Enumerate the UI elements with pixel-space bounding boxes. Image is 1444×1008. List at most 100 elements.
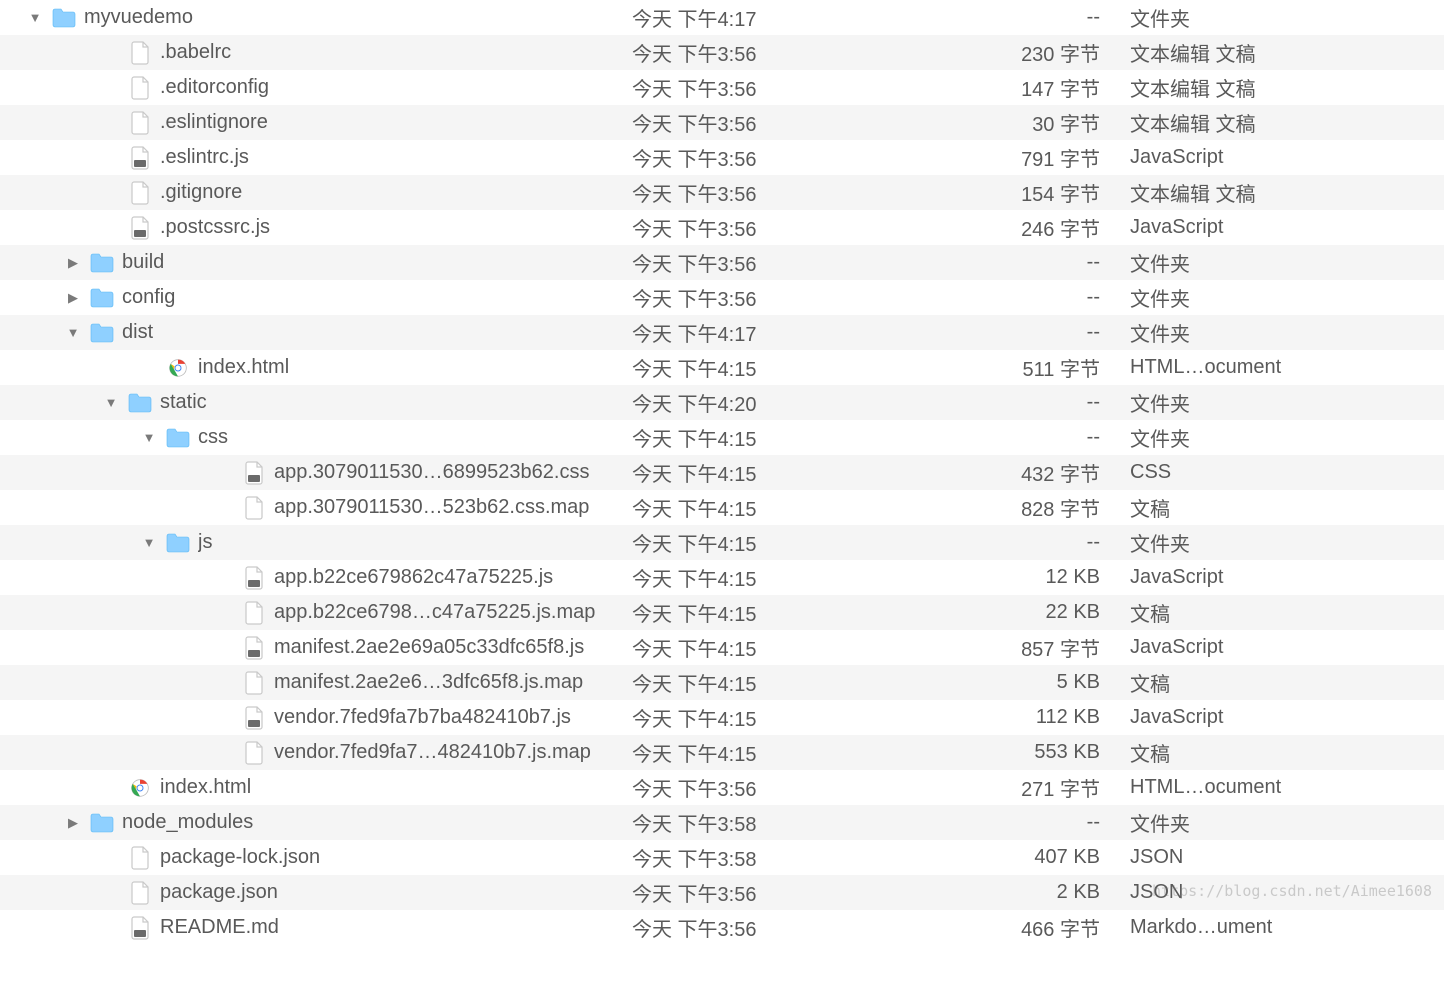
file-name: manifest.2ae2e6…3dfc65f8.js.map <box>274 671 583 694</box>
file-file-icon <box>128 76 152 100</box>
file-kind: JavaScript <box>1130 566 1444 589</box>
file-row[interactable]: ▼js今天 下午4:15--文件夹 <box>0 525 1444 560</box>
file-row[interactable]: ▶app.3079011530…523b62.css.map今天 下午4:158… <box>0 490 1444 525</box>
file-row[interactable]: ▶manifest.2ae2e69a05c33dfc65f8.js今天 下午4:… <box>0 630 1444 665</box>
file-row[interactable]: ▶.eslintignore今天 下午3:5630 字节文本编辑 文稿 <box>0 105 1444 140</box>
file-size: 511 字节 <box>905 353 1130 382</box>
file-name: index.html <box>198 356 289 379</box>
js-file-icon <box>242 636 266 660</box>
file-kind: 文件夹 <box>1130 248 1444 277</box>
chrome-file-icon <box>166 356 190 380</box>
file-date: 今天 下午3:56 <box>620 878 905 907</box>
disclosure-right-icon[interactable]: ▶ <box>62 255 84 271</box>
file-date: 今天 下午4:15 <box>620 668 905 697</box>
file-name: app.b22ce679862c47a75225.js <box>274 566 553 589</box>
file-size: 407 KB <box>905 846 1130 869</box>
file-date: 今天 下午3:58 <box>620 808 905 837</box>
file-row[interactable]: ▼dist今天 下午4:17--文件夹 <box>0 315 1444 350</box>
folder-icon <box>128 391 152 415</box>
file-row[interactable]: ▶app.b22ce679862c47a75225.js今天 下午4:1512 … <box>0 560 1444 595</box>
file-row[interactable]: ▶app.b22ce6798…c47a75225.js.map今天 下午4:15… <box>0 595 1444 630</box>
file-kind: 文件夹 <box>1130 528 1444 557</box>
folder-icon <box>90 811 114 835</box>
file-size: -- <box>905 426 1130 449</box>
file-date: 今天 下午3:56 <box>620 773 905 802</box>
file-date: 今天 下午4:17 <box>620 3 905 32</box>
file-size: -- <box>905 286 1130 309</box>
disclosure-down-icon[interactable]: ▼ <box>62 325 84 340</box>
file-row[interactable]: ▶app.3079011530…6899523b62.css今天 下午4:154… <box>0 455 1444 490</box>
file-row[interactable]: ▶index.html今天 下午4:15511 字节HTML…ocument <box>0 350 1444 385</box>
file-row[interactable]: ▶config今天 下午3:56--文件夹 <box>0 280 1444 315</box>
file-size: 246 字节 <box>905 213 1130 242</box>
file-kind: JSON <box>1130 846 1444 869</box>
folder-icon <box>90 286 114 310</box>
disclosure-right-icon[interactable]: ▶ <box>62 290 84 306</box>
file-row[interactable]: ▶.babelrc今天 下午3:56230 字节文本编辑 文稿 <box>0 35 1444 70</box>
file-kind: 文本编辑 文稿 <box>1130 73 1444 102</box>
file-name: .editorconfig <box>160 76 269 99</box>
file-row[interactable]: ▶index.html今天 下午3:56271 字节HTML…ocument <box>0 770 1444 805</box>
file-row[interactable]: ▶node_modules今天 下午3:58--文件夹 <box>0 805 1444 840</box>
file-name: app.3079011530…523b62.css.map <box>274 496 589 519</box>
disclosure-down-icon[interactable]: ▼ <box>138 430 160 445</box>
disclosure-down-icon[interactable]: ▼ <box>138 535 160 550</box>
file-file-icon <box>128 41 152 65</box>
file-kind: 文件夹 <box>1130 388 1444 417</box>
disclosure-down-icon[interactable]: ▼ <box>24 10 46 25</box>
file-name: css <box>198 426 228 449</box>
file-row[interactable]: ▼static今天 下午4:20--文件夹 <box>0 385 1444 420</box>
file-size: 271 字节 <box>905 773 1130 802</box>
css-file-icon <box>242 461 266 485</box>
file-date: 今天 下午4:15 <box>620 633 905 662</box>
file-date: 今天 下午4:15 <box>620 703 905 732</box>
file-kind: 文稿 <box>1130 738 1444 767</box>
folder-icon <box>90 251 114 275</box>
disclosure-down-icon[interactable]: ▼ <box>100 395 122 410</box>
file-row[interactable]: ▶package-lock.json今天 下午3:58407 KBJSON <box>0 840 1444 875</box>
file-row[interactable]: ▼css今天 下午4:15--文件夹 <box>0 420 1444 455</box>
file-name: .eslintrc.js <box>160 146 249 169</box>
file-name: manifest.2ae2e69a05c33dfc65f8.js <box>274 636 584 659</box>
file-kind: 文本编辑 文稿 <box>1130 38 1444 67</box>
file-size: -- <box>905 391 1130 414</box>
file-row[interactable]: ▶build今天 下午3:56--文件夹 <box>0 245 1444 280</box>
file-name: app.b22ce6798…c47a75225.js.map <box>274 601 595 624</box>
file-name: .gitignore <box>160 181 242 204</box>
file-kind: Markdo…ument <box>1130 916 1444 939</box>
file-size: -- <box>905 251 1130 274</box>
disclosure-right-icon[interactable]: ▶ <box>62 815 84 831</box>
file-row[interactable]: ▶.gitignore今天 下午3:56154 字节文本编辑 文稿 <box>0 175 1444 210</box>
file-row[interactable]: ▶README.md今天 下午3:56466 字节Markdo…ument <box>0 910 1444 945</box>
file-date: 今天 下午4:15 <box>620 598 905 627</box>
file-kind: 文稿 <box>1130 493 1444 522</box>
md-file-icon <box>128 916 152 940</box>
file-name: myvuedemo <box>84 6 193 29</box>
file-row[interactable]: ▶.editorconfig今天 下午3:56147 字节文本编辑 文稿 <box>0 70 1444 105</box>
file-size: 553 KB <box>905 741 1130 764</box>
file-list: ▼myvuedemo今天 下午4:17--文件夹▶.babelrc今天 下午3:… <box>0 0 1444 945</box>
file-size: 30 字节 <box>905 108 1130 137</box>
file-row[interactable]: ▶manifest.2ae2e6…3dfc65f8.js.map今天 下午4:1… <box>0 665 1444 700</box>
file-size: 22 KB <box>905 601 1130 624</box>
file-file-icon <box>242 671 266 695</box>
chrome-file-icon <box>128 776 152 800</box>
file-row[interactable]: ▶vendor.7fed9fa7…482410b7.js.map今天 下午4:1… <box>0 735 1444 770</box>
file-row[interactable]: ▶.eslintrc.js今天 下午3:56791 字节JavaScript <box>0 140 1444 175</box>
file-date: 今天 下午4:15 <box>620 423 905 452</box>
file-file-icon <box>242 741 266 765</box>
file-file-icon <box>242 496 266 520</box>
file-file-icon <box>128 111 152 135</box>
file-kind: 文稿 <box>1130 668 1444 697</box>
file-kind: 文件夹 <box>1130 808 1444 837</box>
file-date: 今天 下午4:15 <box>620 353 905 382</box>
file-row[interactable]: ▶vendor.7fed9fa7b7ba482410b7.js今天 下午4:15… <box>0 700 1444 735</box>
file-name: index.html <box>160 776 251 799</box>
file-row[interactable]: ▶.postcssrc.js今天 下午3:56246 字节JavaScript <box>0 210 1444 245</box>
file-kind: CSS <box>1130 461 1444 484</box>
file-date: 今天 下午4:15 <box>620 528 905 557</box>
file-kind: JavaScript <box>1130 146 1444 169</box>
file-name: package-lock.json <box>160 846 320 869</box>
file-kind: 文本编辑 文稿 <box>1130 178 1444 207</box>
file-row[interactable]: ▼myvuedemo今天 下午4:17--文件夹 <box>0 0 1444 35</box>
